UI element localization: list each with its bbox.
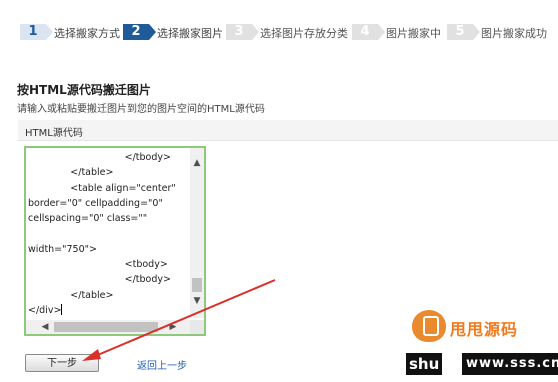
next-step-button[interactable]: 下一步 xyxy=(25,354,99,372)
step-label: 图片搬家中 xyxy=(386,27,441,40)
progress-steps: 1 选择搬家方式 2 选择搬家图片 3 选择图片存放分类 4 图片搬家中 5 图… xyxy=(0,17,558,47)
step-number: 2 xyxy=(123,24,156,40)
step-number: 5 xyxy=(447,24,480,40)
code-line: <tbody> xyxy=(28,259,168,271)
step-number: 1 xyxy=(20,24,53,40)
scrollbar-corner xyxy=(190,320,204,334)
scroll-left-icon[interactable]: ◀ xyxy=(38,320,52,334)
code-line: cellspacing="0" class="" xyxy=(28,213,148,225)
code-line: </div> xyxy=(28,304,62,316)
watermark-brand-url: www.sss.cn xyxy=(462,353,558,375)
code-line: width="750"> xyxy=(28,243,97,255)
vertical-scrollbar[interactable]: ▲ ▼ xyxy=(190,148,204,318)
watermark: 甩甩源码 shu www.sss.cn xyxy=(404,308,558,382)
code-line: <table align="center" xyxy=(28,182,176,194)
watermark-brand-en: shu xyxy=(406,353,443,375)
watermark-logo-icon xyxy=(412,310,446,342)
text-caret xyxy=(61,303,63,315)
html-source-content[interactable]: </tbody> </table> <table align="center" … xyxy=(28,150,188,320)
step-label: 选择图片存放分类 xyxy=(260,27,348,40)
field-header: HTML源代码 xyxy=(18,120,558,141)
horizontal-scroll-thumb[interactable] xyxy=(54,322,158,332)
code-line: </tbody> xyxy=(28,274,171,286)
scroll-right-icon[interactable]: ▶ xyxy=(166,320,180,334)
section-description: 请输入或粘贴要搬迁图片到您的图片空间的HTML源代码 xyxy=(17,104,265,115)
scroll-down-icon[interactable]: ▼ xyxy=(190,294,204,308)
back-link[interactable]: 返回上一步 xyxy=(137,357,187,372)
step-number: 4 xyxy=(352,24,385,40)
step-label: 选择搬家方式 xyxy=(54,27,120,40)
horizontal-scrollbar[interactable]: ◀ ▶ xyxy=(26,320,190,334)
step-number: 3 xyxy=(226,24,259,40)
html-source-textarea[interactable]: </tbody> </table> <table align="center" … xyxy=(24,146,206,336)
field-label: HTML源代码 xyxy=(25,128,83,139)
code-line: </tbody> xyxy=(28,152,171,163)
vertical-scroll-thumb[interactable] xyxy=(192,278,202,292)
code-line: </table> xyxy=(28,289,114,301)
watermark-brand-cn: 甩甩源码 xyxy=(450,320,519,339)
step-label: 选择搬家图片 xyxy=(157,27,223,40)
step-label: 图片搬家成功 xyxy=(481,27,547,40)
code-line: border="0" cellpadding="0" xyxy=(28,197,163,209)
scroll-up-icon[interactable]: ▲ xyxy=(190,156,204,170)
section-title: 按HTML源代码搬迁图片 xyxy=(17,83,151,97)
code-line: </table> xyxy=(28,167,114,179)
